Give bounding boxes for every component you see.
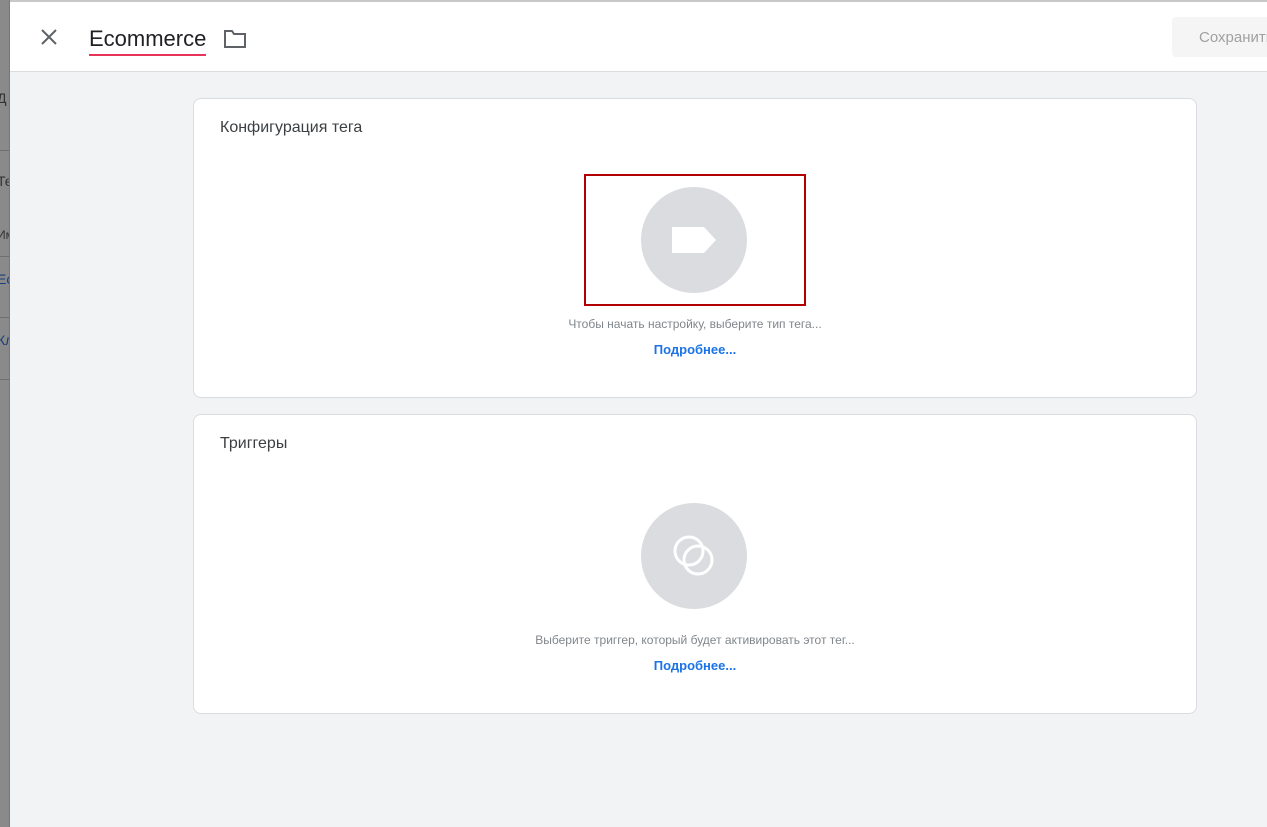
folder-icon[interactable] [223,28,247,50]
choose-tag-type-button[interactable] [641,187,747,293]
save-button[interactable]: Сохранить [1172,17,1267,57]
learn-more-link[interactable]: Подробнее... [194,658,1196,673]
choose-trigger-button[interactable] [641,503,747,609]
bg-fragment: Д [0,90,6,106]
trigger-icon [673,535,714,576]
close-icon[interactable] [38,26,60,48]
card-title: Триггеры [220,435,288,452]
triggers-card[interactable]: Триггеры Выберите триггер, который будет… [193,414,1197,714]
tag-icon [672,227,716,253]
bg-fragment: Кл [0,332,9,348]
editor-header: Ecommerce Сохранить [10,0,1267,72]
bg-fragment: Ec [0,271,9,287]
bg-fragment: Те [0,173,9,189]
bg-fragment: Им [0,228,9,242]
hint-text: Чтобы начать настройку, выберите тип тег… [568,317,822,331]
tag-configuration-card[interactable]: Конфигурация тега Чтобы начать настройку… [193,98,1197,398]
learn-more-link[interactable]: Подробнее... [194,342,1196,357]
background-panel: Д Те Им Ec Кл [0,0,10,827]
card-title: Конфигурация тега [220,119,363,136]
tag-name-input[interactable]: Ecommerce [89,25,207,56]
hint-text: Выберите триггер, который будет активиро… [535,633,855,647]
